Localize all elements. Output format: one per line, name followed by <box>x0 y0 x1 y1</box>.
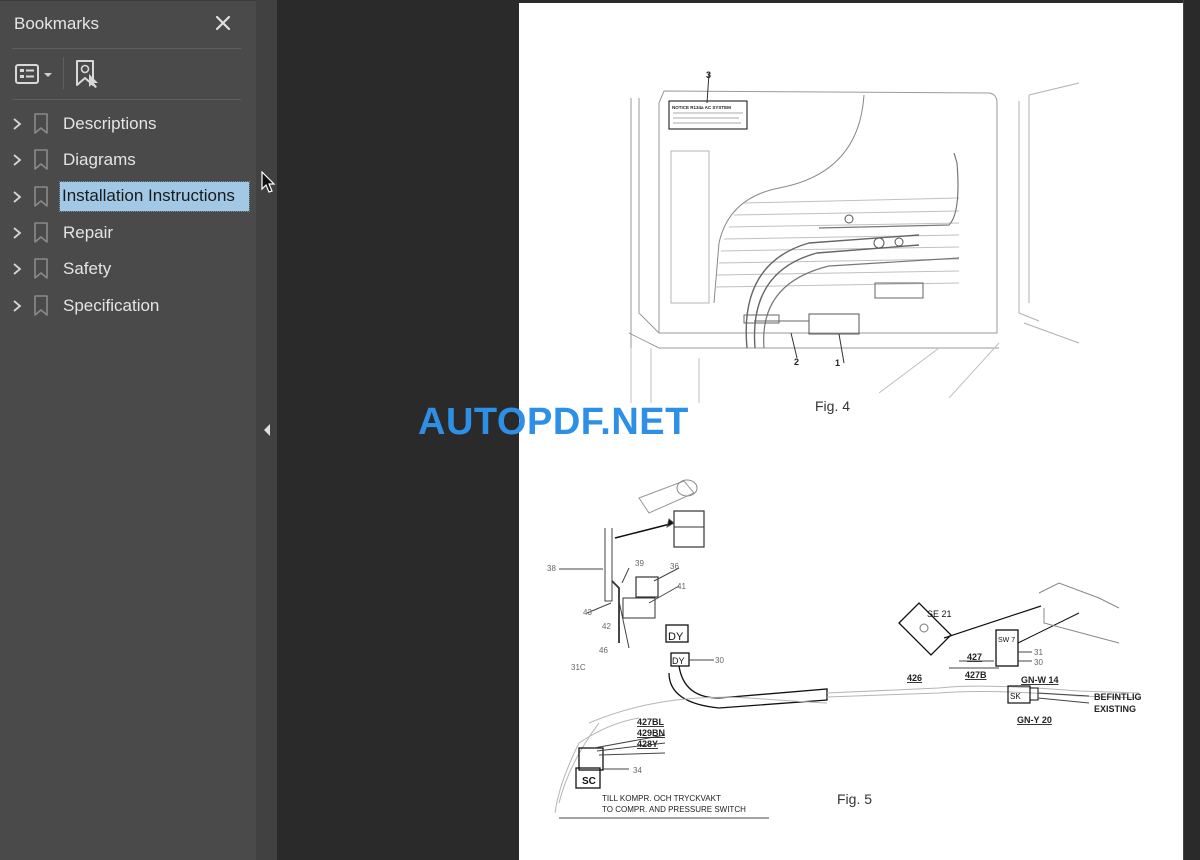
bookmark-item[interactable]: Repair <box>0 217 256 249</box>
bookmark-label: Safety <box>63 259 112 279</box>
close-icon <box>215 15 231 31</box>
divider <box>12 99 241 100</box>
bookmark-label: Installation Instructions <box>59 180 250 212</box>
bookmark-item[interactable]: Safety <box>0 253 256 285</box>
fig5-wire-gnw14: GN-W 14 <box>1021 675 1059 685</box>
chevron-right-icon[interactable] <box>10 152 24 168</box>
chevron-right-icon[interactable] <box>10 298 24 314</box>
fig5-wire-429bn: 429BN <box>637 728 665 738</box>
chevron-right-icon[interactable] <box>10 189 24 205</box>
fig5-callout-34: 34 <box>633 766 642 775</box>
fig5-note-swedish: TILL KOMPR. OCH TRYCKVAKT <box>602 794 721 803</box>
figure-5-drawing <box>554 479 1140 819</box>
fig5-note-english: TO COMPR. AND PRESSURE SWITCH <box>602 805 746 814</box>
bookmark-icon <box>34 185 48 207</box>
figure-4-drawing <box>628 72 1080 403</box>
divider <box>12 48 241 49</box>
fig5-wire-428y: 428Y <box>637 739 658 749</box>
bookmark-label: Specification <box>63 295 160 315</box>
fig5-callout-41: 41 <box>677 582 686 591</box>
fig5-wire-427: 427 <box>967 652 982 662</box>
bookmark-item[interactable]: Specification <box>0 290 256 322</box>
bookmark-item[interactable]: Installation Instructions <box>0 180 256 213</box>
fig5-callout-38: 38 <box>547 564 556 573</box>
fig5-connector-sk: SK <box>1010 692 1021 701</box>
chevron-right-icon[interactable] <box>10 225 24 241</box>
fig5-connector-sw7: SW 7 <box>998 637 1015 644</box>
fig5-wire-426: 426 <box>907 673 922 683</box>
fig5-connector-se21: SE 21 <box>927 609 952 619</box>
fig5-connector-dy: DY <box>668 631 684 643</box>
fig5-callout-31: 31 <box>1034 648 1043 657</box>
fig5-connector-sc: SC <box>582 776 596 787</box>
fig5-callout-42: 42 <box>602 622 611 631</box>
bookmark-icon <box>34 113 48 134</box>
collapse-left-icon <box>264 424 270 436</box>
bookmark-item[interactable]: Diagrams <box>0 144 256 176</box>
caret-down-icon <box>44 73 52 77</box>
fig5-wire-gny20: GN-Y 20 <box>1017 715 1052 725</box>
chevron-right-icon[interactable] <box>10 261 24 277</box>
collapse-panel-button[interactable] <box>262 422 272 438</box>
fig4-caption: Fig. 4 <box>815 398 850 414</box>
fig5-callout-39: 39 <box>635 559 644 568</box>
bookmark-label: Diagrams <box>63 150 136 170</box>
bookmark-icon <box>34 258 48 279</box>
bookmark-icon <box>34 294 48 316</box>
fig4-notice-plate-text: NOTICE R134a AC SYSTEM <box>672 105 731 110</box>
fig4-callout-3: 3 <box>706 70 711 80</box>
close-panel-button[interactable] <box>213 13 233 33</box>
vertical-scrollbar-track[interactable] <box>1183 0 1200 860</box>
find-current-bookmark-icon <box>76 60 98 88</box>
fig5-label-existing: EXISTING <box>1094 704 1136 714</box>
list-options-icon <box>15 64 39 84</box>
fig5-callout-46: 46 <box>599 646 608 655</box>
fig5-connector-dy2: DY <box>672 656 685 666</box>
fig5-wire-427bl: 427BL <box>637 717 665 727</box>
fig5-callout-43: 43 <box>583 608 592 617</box>
watermark-text: AUTOPDF.NET <box>418 401 689 443</box>
fig4-callout-2: 2 <box>794 357 799 367</box>
fig5-callout-30b: 30 <box>1034 658 1043 667</box>
fig5-caption: Fig. 5 <box>837 791 872 807</box>
toolbar-separator <box>63 57 64 89</box>
chevron-right-icon[interactable] <box>10 116 24 132</box>
bookmarks-panel: Bookmarks Descriptions Diagrams Installati… <box>0 0 256 860</box>
panel-title: Bookmarks <box>14 14 100 33</box>
fig5-callout-36: 36 <box>670 562 679 571</box>
fig4-callout-1: 1 <box>835 358 840 368</box>
bookmark-item[interactable]: Descriptions <box>0 108 256 140</box>
fig5-callout-31c: 31C <box>571 663 586 672</box>
bookmark-icon <box>34 222 48 243</box>
fig5-callout-30: 30 <box>715 656 724 665</box>
bookmark-label: Descriptions <box>63 114 157 133</box>
bookmark-label: Repair <box>63 222 114 242</box>
bookmark-icon <box>34 149 48 171</box>
fig5-label-befintlig: BEFINTLIG <box>1094 692 1142 702</box>
fig5-wire-427b: 427B <box>965 670 987 680</box>
find-current-bookmark-button[interactable] <box>74 59 102 89</box>
options-menu-button[interactable] <box>14 61 56 87</box>
